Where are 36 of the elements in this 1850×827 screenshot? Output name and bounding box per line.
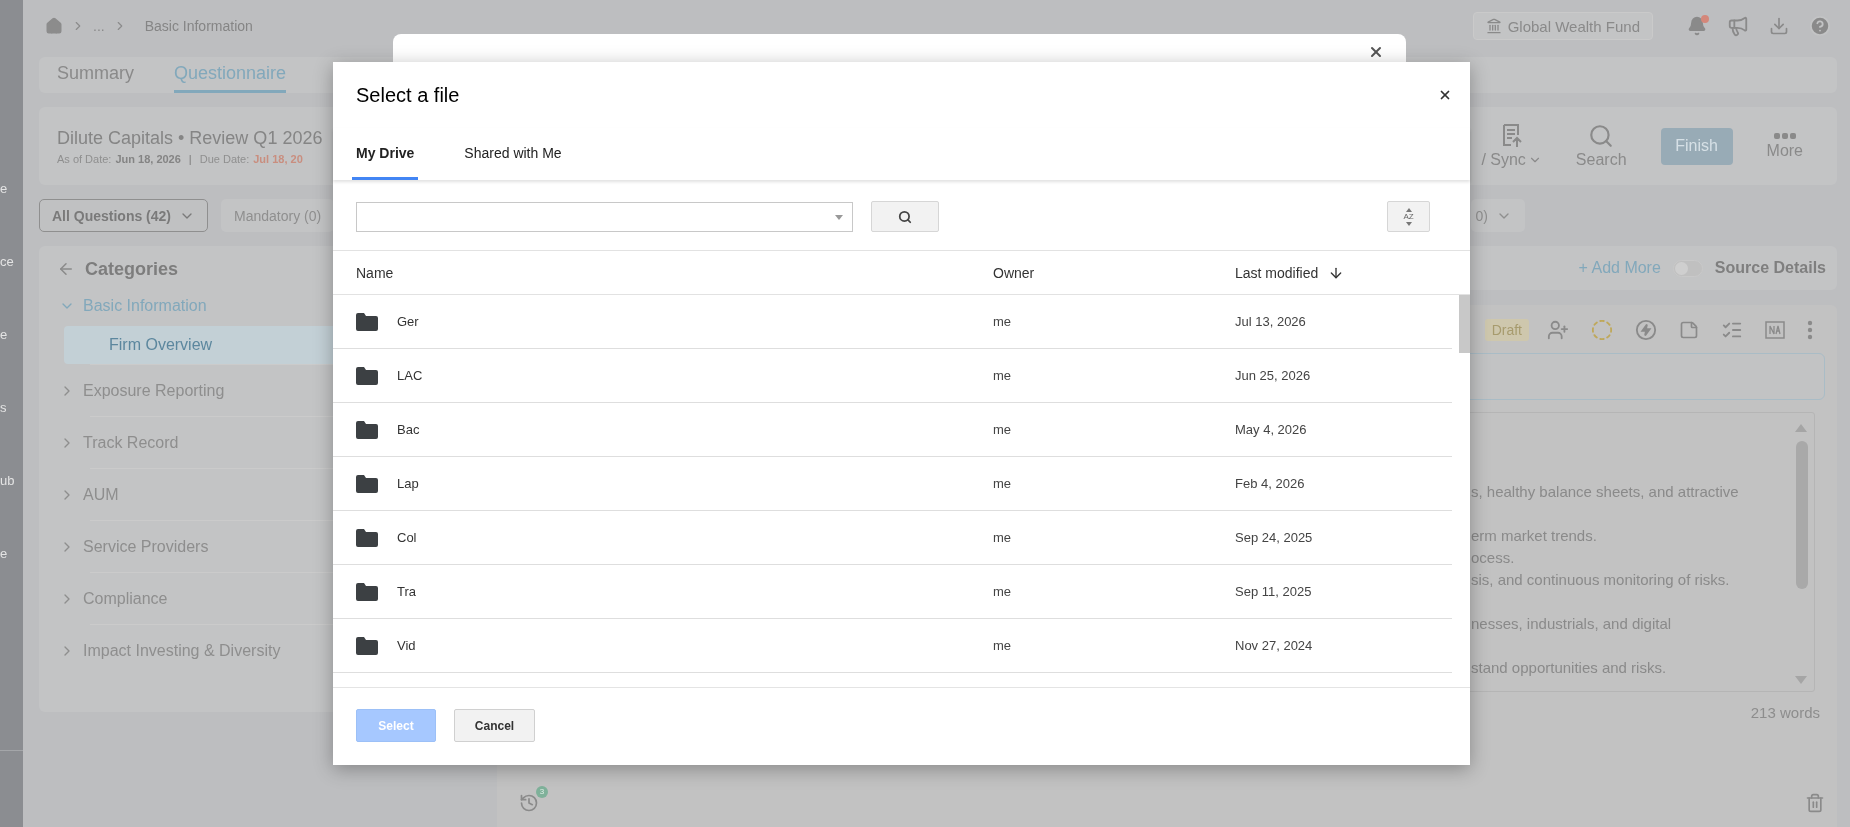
file-name: Col (397, 530, 417, 545)
file-name: LAC (397, 368, 423, 383)
status-badge: Draft (1484, 319, 1529, 341)
modified-cell-text: Nov 27, 2024 (1235, 638, 1314, 653)
answer-text-line: stand opportunities and risks. (1471, 658, 1668, 678)
history-count: 3 (536, 786, 548, 798)
due-date: Jul 18, 20 (253, 152, 303, 165)
owner-cell-text: me (993, 638, 1013, 653)
owner-cell-text: me (993, 530, 1013, 545)
modified-cell-text: May 4, 2026 (1235, 422, 1308, 437)
modified-cell-text: Sep 11, 2025 (1235, 584, 1313, 599)
file-name: Ger (397, 314, 419, 329)
as-of-date: Jun 18, 2026 (115, 152, 181, 165)
owner-cell-text: me (993, 314, 1013, 329)
file-name: Tra (397, 584, 417, 599)
dialog-title: Select a file (356, 83, 460, 107)
file-name: Lap (397, 476, 419, 491)
modified-cell-text: Jul 13, 2026 (1235, 314, 1307, 329)
modified-cell-text: Sep 24, 2025 (1235, 530, 1314, 545)
categories-title: Categories (85, 258, 179, 280)
owner-cell-text: me (993, 422, 1013, 437)
answer-text-line: ocess. (1471, 548, 1516, 568)
file-name: Bac (397, 422, 420, 437)
owner-cell-text: me (993, 584, 1013, 599)
modified-cell-text: Jun 25, 2026 (1235, 368, 1312, 383)
date-separator: | (188, 152, 192, 165)
answer-text-line: nesses, industrials, and digital (1471, 614, 1673, 634)
source-details-label: Source Details (1714, 259, 1826, 277)
answer-text-line: sis, and continuous monitoring of risks. (1471, 570, 1731, 590)
answer-text-line: erm market trends. (1471, 526, 1598, 546)
owner-cell-text: me (993, 368, 1013, 383)
owner-cell-text: me (993, 476, 1013, 491)
review-title: Dilute Capitals • Review Q1 2026 (57, 127, 323, 149)
modified-cell-text: Feb 4, 2026 (1235, 476, 1306, 491)
file-name: Vid (397, 638, 416, 653)
breadcrumb-current: Basic Information (144, 18, 253, 34)
